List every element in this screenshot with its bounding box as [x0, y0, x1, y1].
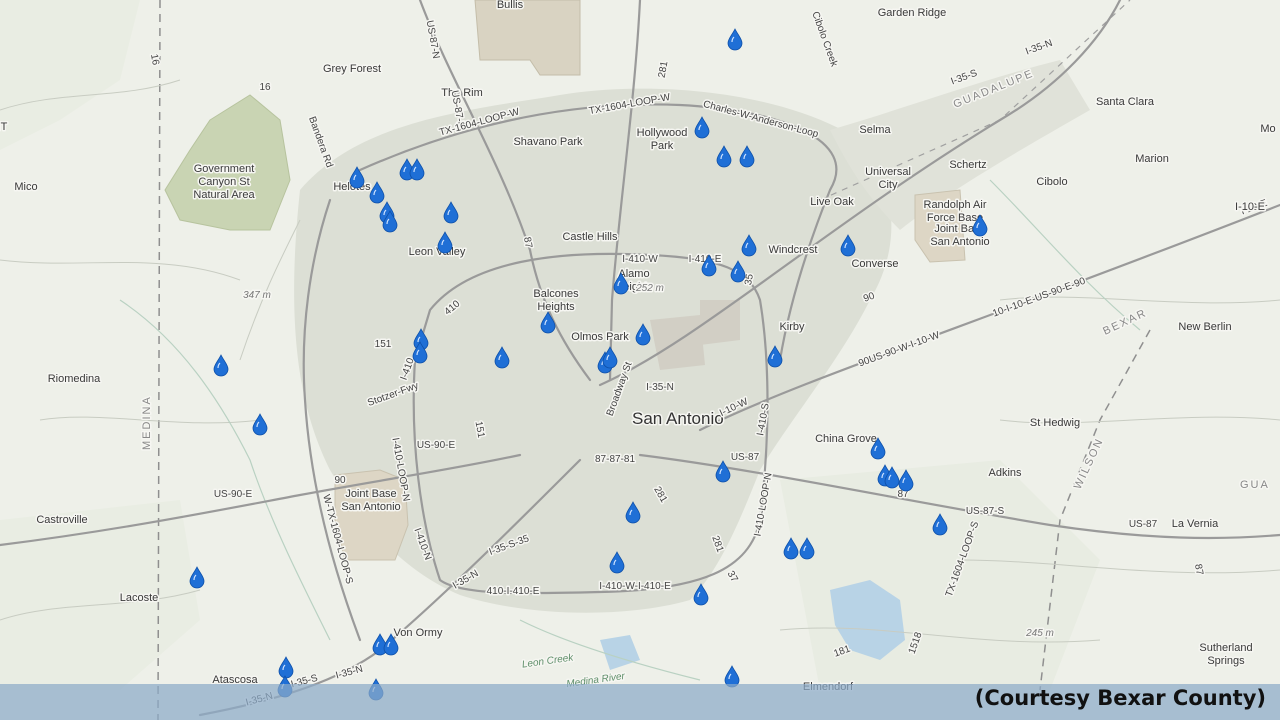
water-drop-icon[interactable] [870, 437, 886, 460]
water-drop-icon[interactable] [443, 201, 459, 224]
map-view[interactable]: MEDINA BEXAR WILSON GUADALUPE GUA Bullis… [0, 0, 1280, 720]
water-drop-icon[interactable] [694, 116, 710, 139]
water-drop-icon[interactable] [932, 513, 948, 536]
water-drop-icon[interactable] [383, 633, 399, 656]
water-drop-icon[interactable] [716, 145, 732, 168]
water-drop-icon[interactable] [609, 551, 625, 574]
water-drop-icon[interactable] [783, 537, 799, 560]
water-drop-icon[interactable] [898, 469, 914, 492]
water-drop-icon[interactable] [727, 28, 743, 51]
water-drop-icon[interactable] [701, 254, 717, 277]
water-drop-icon[interactable] [409, 158, 425, 181]
water-drop-icon[interactable] [840, 234, 856, 257]
water-drop-icon[interactable] [540, 311, 556, 334]
water-drop-icon[interactable] [739, 145, 755, 168]
water-drop-icon[interactable] [278, 656, 294, 679]
water-drop-icon[interactable] [730, 260, 746, 283]
water-drop-icon[interactable] [613, 272, 629, 295]
water-drop-icon[interactable] [972, 214, 988, 237]
water-drop-icon[interactable] [189, 566, 205, 589]
water-drop-icon[interactable] [252, 413, 268, 436]
water-drop-icon[interactable] [741, 234, 757, 257]
water-drop-icon[interactable] [349, 166, 365, 189]
water-drop-icon[interactable] [767, 345, 783, 368]
water-drop-icon[interactable] [799, 537, 815, 560]
credit-text: (Courtesy Bexar County) [974, 686, 1266, 710]
water-drop-icon[interactable] [437, 231, 453, 254]
marker-layer [189, 28, 988, 701]
water-drop-icon[interactable] [693, 583, 709, 606]
water-drop-icon[interactable] [602, 346, 618, 369]
water-drop-icon[interactable] [213, 354, 229, 377]
water-drop-icon[interactable] [625, 501, 641, 524]
water-drop-icon[interactable] [494, 346, 510, 369]
water-drop-icon[interactable] [369, 181, 385, 204]
water-drop-icon[interactable] [635, 323, 651, 346]
water-drop-icon[interactable] [715, 460, 731, 483]
